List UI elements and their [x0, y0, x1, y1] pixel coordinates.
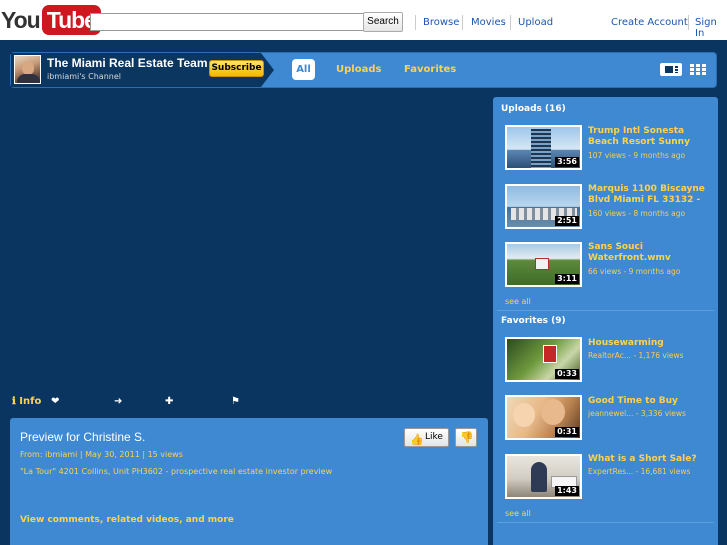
like-button[interactable]: 👍 Like: [404, 428, 449, 447]
channel-subtitle: ibmiami's Channel: [47, 72, 121, 81]
heart-icon[interactable]: ❤: [51, 396, 59, 407]
favorite-thumbnail[interactable]: 1:43: [505, 454, 582, 499]
upload-meta: 66 views - 9 months ago: [588, 267, 681, 276]
nav-divider: [462, 15, 463, 30]
video-meta: From: ibmiami | May 30, 2011 | 15 views: [20, 450, 183, 459]
upload-meta: 160 views - 8 months ago: [588, 209, 686, 218]
favorite-meta: RealtorAc... - 1,176 views: [588, 351, 684, 360]
grid-view-icon[interactable]: [690, 64, 706, 75]
avatar[interactable]: [14, 55, 41, 84]
favorites-see-all-link[interactable]: see all: [505, 509, 531, 518]
sign-in-link[interactable]: Sign In: [695, 17, 727, 39]
player-view-screen: [665, 66, 673, 73]
tab-uploads[interactable]: Uploads: [336, 64, 381, 75]
info-tab-label: Info: [19, 396, 42, 407]
sign-shape: [543, 345, 557, 363]
dislike-button[interactable]: 👎: [455, 428, 477, 447]
uploads-see-all-link[interactable]: see all: [505, 297, 531, 306]
subscribe-button[interactable]: Subscribe: [209, 60, 264, 77]
tab-all[interactable]: All: [292, 59, 315, 80]
create-account-link[interactable]: Create Account: [611, 17, 688, 28]
youtube-logo[interactable]: You Tube: [1, 5, 101, 35]
video-duration: 0:33: [555, 369, 579, 379]
adult-face-shape: [541, 399, 565, 425]
video-duration: 2:51: [555, 216, 579, 226]
tower-shape: [531, 129, 551, 168]
video-duration: 3:11: [555, 274, 579, 284]
child-face-shape: [513, 403, 535, 427]
video-title: Preview for Christine S.: [20, 430, 146, 444]
video-player[interactable]: [10, 98, 488, 385]
nav-upload-link[interactable]: Upload: [518, 17, 553, 28]
section-divider: [497, 310, 714, 311]
video-duration: 0:31: [555, 427, 579, 437]
person-shape: [531, 462, 547, 492]
thumbs-up-icon: 👍: [410, 433, 424, 446]
upload-thumbnail[interactable]: 3:56: [505, 125, 582, 170]
upload-title[interactable]: Trump Intl Sonesta Beach Resort Sunny: [588, 126, 706, 148]
favorite-title[interactable]: Good Time to Buy: [588, 396, 706, 407]
favorite-title[interactable]: What is a Short Sale?: [588, 454, 706, 465]
player-view-list: [675, 66, 678, 73]
upload-title[interactable]: Sans Souci Waterfront.wmv: [588, 242, 706, 264]
search-button[interactable]: Search: [363, 12, 403, 32]
tab-favorites[interactable]: Favorites: [404, 64, 456, 75]
add-icon[interactable]: ✚: [165, 396, 173, 407]
uploads-section-title: Uploads (16): [501, 104, 566, 114]
favorite-meta: jeannewel... - 3,336 views: [588, 409, 686, 418]
favorite-meta: ExpertRes... - 16,681 views: [588, 467, 691, 476]
logo-you-text: You: [1, 6, 41, 33]
masthead: You Tube Search Browse Movies Upload Cre…: [0, 0, 727, 40]
nav-divider: [510, 15, 511, 30]
sign-shape: [535, 258, 549, 270]
upload-meta: 107 views - 9 months ago: [588, 151, 686, 160]
nav-divider: [415, 15, 416, 30]
view-more-link[interactable]: View comments, related videos, and more: [20, 515, 234, 525]
info-icon: ℹ: [12, 396, 16, 407]
upload-thumbnail[interactable]: 2:51: [505, 184, 582, 229]
search-input[interactable]: [90, 13, 363, 31]
thumbs-down-icon: 👎: [460, 432, 474, 444]
nav-divider: [688, 15, 689, 30]
nav-movies-link[interactable]: Movies: [471, 17, 506, 28]
favorites-section-title: Favorites (9): [501, 316, 566, 326]
avatar-suit: [17, 74, 40, 83]
flag-icon[interactable]: ⚑: [231, 396, 240, 407]
upload-title[interactable]: Marquis 1100 Biscayne Blvd Miami FL 3313…: [588, 184, 706, 206]
avatar-face: [22, 61, 34, 75]
video-duration: 3:56: [555, 157, 579, 167]
info-tab[interactable]: ℹ Info: [12, 396, 41, 407]
favorite-thumbnail[interactable]: 0:33: [505, 337, 582, 382]
player-view-icon[interactable]: [660, 63, 682, 76]
share-icon[interactable]: ➜: [114, 396, 122, 407]
video-description: "La Tour" 4201 Collins, Unit PH3602 - pr…: [20, 467, 333, 476]
video-duration: 1:43: [555, 486, 579, 496]
section-divider: [497, 522, 714, 523]
channel-name[interactable]: The Miami Real Estate Team: [47, 56, 208, 70]
favorite-thumbnail[interactable]: 0:31: [505, 395, 582, 440]
upload-thumbnail[interactable]: 3:11: [505, 242, 582, 287]
like-label: Like: [425, 432, 443, 442]
favorite-title[interactable]: Housewarming: [588, 338, 706, 349]
nav-browse-link[interactable]: Browse: [423, 17, 459, 28]
